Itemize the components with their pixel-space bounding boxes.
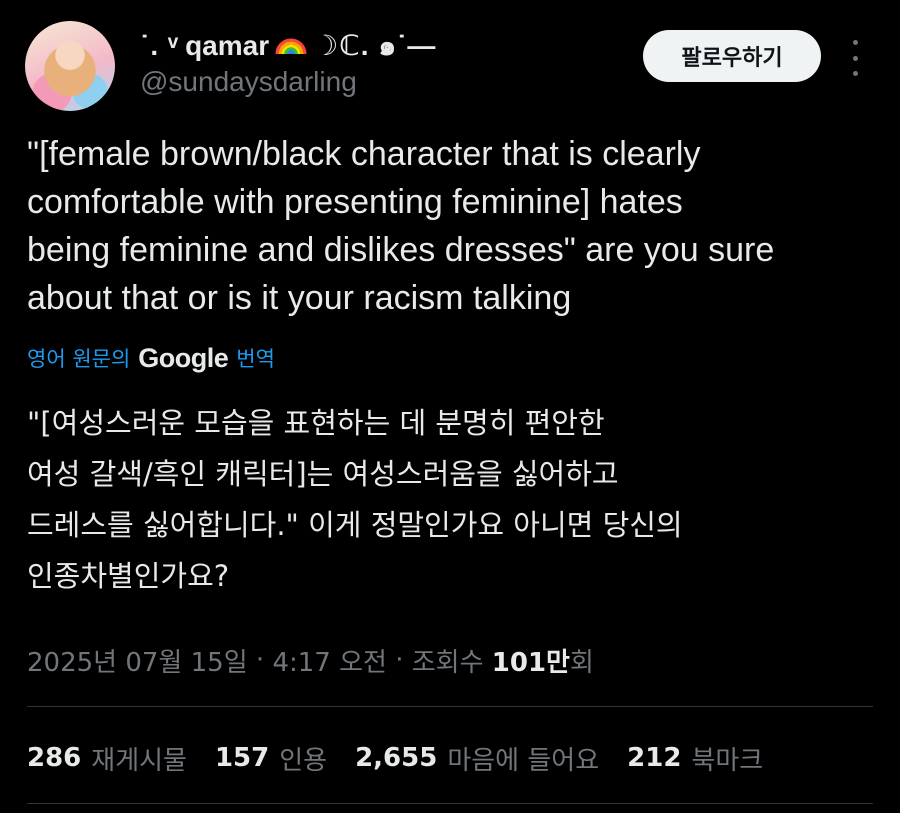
stat-count: 157 <box>214 743 270 773</box>
translation-suffix: 번역 <box>236 347 275 371</box>
stat-count: 286 <box>27 743 82 773</box>
stat-bookmarks[interactable]: 212 북마크 <box>627 740 763 777</box>
avatar[interactable] <box>25 21 115 111</box>
stat-label: 인용 <box>279 745 328 776</box>
follow-button[interactable]: 팔로우하기 <box>643 30 821 82</box>
translation-attribution[interactable]: 영어 원문의 Google 번역 <box>27 340 275 376</box>
stat-count: 2,655 <box>355 743 438 773</box>
stat-count: 212 <box>627 743 682 773</box>
stat-quotes[interactable]: 157 인용 <box>215 740 327 777</box>
author-name-row[interactable]: ˙. ᵛ qamar ☽ℂ. ๑˙— <box>140 28 436 64</box>
tweet-meta: 2025년 07월 15일 · 4:17 오전 · 조회수 101만 회 <box>27 640 594 680</box>
views-label: 조회수 <box>411 647 492 678</box>
author-handle[interactable]: @sundaysdarling <box>140 66 357 98</box>
tweet-time[interactable]: 4:17 오전 <box>272 642 387 679</box>
meta-separator: · <box>386 645 412 675</box>
more-icon[interactable] <box>845 38 865 78</box>
divider <box>27 706 873 707</box>
stat-reposts[interactable]: 286 재게시물 <box>27 740 187 777</box>
stat-likes[interactable]: 2,655 마음에 들어요 <box>355 740 599 777</box>
name-prefix: ˙. ᵛ <box>140 30 180 61</box>
more-icon-dot <box>852 55 858 61</box>
more-icon-dot <box>852 40 858 45</box>
meta-separator: · <box>247 645 273 675</box>
engagement-stats: 286 재게시물 157 인용 2,655 마음에 들어요 212 북마크 <box>27 736 763 780</box>
stat-label: 북마크 <box>691 745 764 776</box>
google-logo: Google <box>138 342 229 373</box>
tweet-text: "[female brown/black character that is c… <box>27 135 775 317</box>
tweet-date[interactable]: 2025년 07월 15일 <box>27 642 248 679</box>
stat-label: 재게시물 <box>91 745 187 776</box>
translated-text: "[여성스러운 모습을 표현하는 데 분명히 편안한 여성 갈색/흑인 캐릭터]… <box>27 406 683 593</box>
translation-prefix: 영어 원문의 <box>27 347 131 371</box>
more-icon-dot <box>852 71 858 76</box>
display-name[interactable]: qamar <box>185 30 269 62</box>
stat-label: 마음에 들어요 <box>447 745 600 776</box>
views-suffix: 회 <box>569 647 594 678</box>
views-count: 101만 <box>491 647 570 678</box>
name-suffix: ☽ℂ. ๑˙— <box>313 30 437 61</box>
divider <box>27 803 873 804</box>
rainbow-icon <box>275 38 307 55</box>
